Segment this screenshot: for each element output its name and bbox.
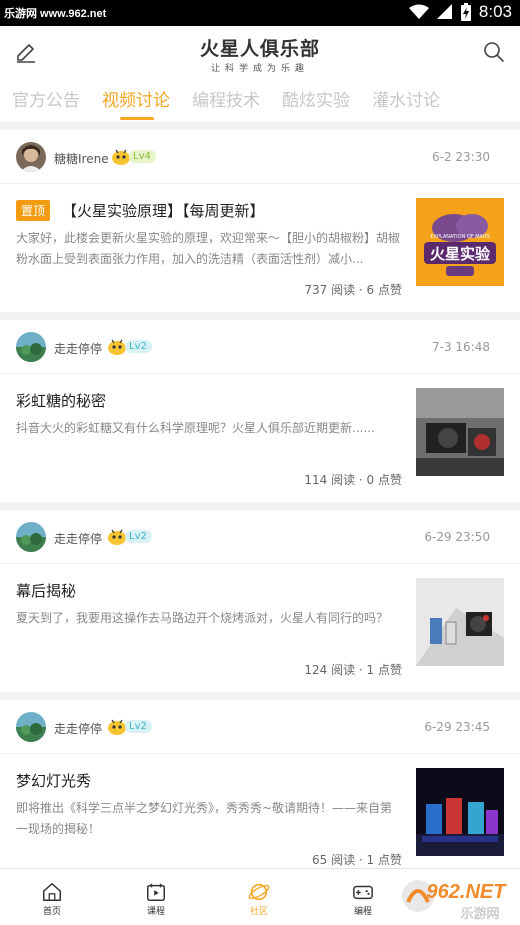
- post-title-row: 置顶 【火星实验原理】【每周更新】: [16, 200, 265, 221]
- nav-label: 编程: [353, 907, 372, 917]
- post-card[interactable]: 糖糖Irene Lv4 6-2 23:30 置顶 【火星实验原理】【每周更新】 …: [0, 130, 520, 312]
- community-planet-icon: [248, 883, 270, 901]
- level-label: Lv2: [125, 339, 152, 353]
- post-body[interactable]: 梦幻灯光秀 即将推出《科学三点半之梦幻灯光秀》，秀秀秀~敬请期待！——来自第一现…: [0, 754, 520, 882]
- post-stats: 737 阅读 · 6 点赞: [304, 283, 402, 297]
- level-label: Lv2: [125, 719, 152, 733]
- course-icon: [147, 883, 165, 901]
- tab-chit-chat[interactable]: 灌水讨论: [360, 78, 440, 122]
- avatar[interactable]: [16, 332, 46, 362]
- category-tabs: 官方公告 视频讨论 编程技术 酷炫实验 灌水讨论: [0, 78, 520, 122]
- clock: 8:03: [478, 2, 512, 21]
- post-thumbnail[interactable]: [416, 388, 504, 476]
- author-name[interactable]: 走走停停: [54, 530, 102, 547]
- tab-cool-experiments[interactable]: 酷炫实验: [270, 78, 350, 122]
- search-icon[interactable]: [482, 40, 506, 64]
- nav-programming[interactable]: 编程: [337, 881, 389, 917]
- post-thumbnail[interactable]: [416, 768, 504, 856]
- post-card[interactable]: 走走停停 Lv2 7-3 16:48 彩虹糖的秘密 抖音大火的彩虹糖又有什么科学…: [0, 320, 520, 502]
- post-stats: 65 阅读 · 1 点赞: [312, 853, 402, 867]
- post-body[interactable]: 彩虹糖的秘密 抖音大火的彩虹糖又有什么科学原理呢？火星人俱乐部近期更新.....…: [0, 374, 520, 502]
- post-excerpt: 即将推出《科学三点半之梦幻灯光秀》，秀秀秀~敬请期待！——来自第一现场的揭秘！: [16, 801, 393, 836]
- post-card[interactable]: 走走停停 Lv2 6-29 23:45 梦幻灯光秀 即将推出《科学三点半之梦幻灯…: [0, 700, 520, 882]
- thumbnail-title: 火星实验: [430, 245, 491, 263]
- post-header: 走走停停 Lv2 6-29 23:50: [0, 510, 520, 564]
- post-title-row: 梦幻灯光秀: [16, 770, 91, 791]
- level-label: Lv2: [125, 529, 152, 543]
- author-name[interactable]: 走走停停: [54, 720, 102, 737]
- level-badge: Lv2: [106, 528, 152, 545]
- tab-announcements[interactable]: 官方公告: [0, 78, 80, 122]
- post-thumbnail[interactable]: [416, 578, 504, 666]
- battery-charging-icon: [460, 3, 471, 21]
- avatar[interactable]: [16, 142, 46, 172]
- tab-programming[interactable]: 编程技术: [180, 78, 260, 122]
- logo-subtitle: 让科学成为乐趣: [210, 64, 309, 74]
- author-name[interactable]: 走走停停: [54, 340, 102, 357]
- avatar[interactable]: [16, 522, 46, 552]
- pinned-badge: 置顶: [16, 200, 51, 221]
- signal-icon: [436, 4, 452, 19]
- level-badge: Lv4: [110, 148, 156, 165]
- post-header: 糖糖Irene Lv4 6-2 23:30: [0, 130, 520, 184]
- post-excerpt: 大家好，此楼会更新火星实验的原理，欢迎常来～【胆小的胡椒粉】胡椒粉水面上受到表面…: [16, 231, 401, 266]
- post-excerpt: 抖音大火的彩虹糖又有什么科学原理呢？火星人俱乐部近期更新......: [16, 421, 375, 435]
- watermark-sub: 乐游网: [460, 907, 499, 922]
- post-title: 梦幻灯光秀: [16, 772, 92, 790]
- home-icon: [43, 883, 61, 901]
- post-card[interactable]: 走走停停 Lv2 6-29 23:50 幕后揭秘 夏天到了，我要用这操作去马路边…: [0, 510, 520, 692]
- avatar[interactable]: [16, 712, 46, 742]
- thumbnail-caption: EXPLANATION OF MARS: [430, 234, 489, 240]
- post-time: 6-29 23:45: [424, 720, 490, 734]
- post-title-row: 幕后揭秘: [16, 580, 76, 601]
- nav-community[interactable]: 社区: [233, 881, 285, 917]
- site-watermark: 962.NET 乐游网: [400, 874, 516, 924]
- author-name[interactable]: 糖糖Irene: [54, 150, 109, 167]
- post-body[interactable]: 置顶 【火星实验原理】【每周更新】 大家好，此楼会更新火星实验的原理，欢迎常来～…: [0, 184, 520, 312]
- status-bar: 乐游网 www.962.net 8:03: [0, 0, 520, 26]
- source-label: 乐游网 www.962.net: [4, 8, 107, 20]
- wifi-icon: [408, 4, 429, 19]
- post-feed: 糖糖Irene Lv4 6-2 23:30 置顶 【火星实验原理】【每周更新】 …: [0, 122, 520, 925]
- post-excerpt: 夏天到了，我要用这操作去马路边开个烧烤派对，火星人有同行的吗？: [16, 611, 389, 625]
- post-stats: 114 阅读 · 0 点赞: [304, 473, 402, 487]
- post-time: 7-3 16:48: [432, 340, 490, 354]
- watermark-brand: 962.NET: [427, 881, 508, 903]
- nav-label: 社区: [249, 907, 268, 917]
- post-stats: 124 阅读 · 1 点赞: [304, 663, 402, 677]
- post-header: 走走停停 Lv2 6-29 23:45: [0, 700, 520, 754]
- post-time: 6-2 23:30: [432, 150, 490, 164]
- post-body[interactable]: 幕后揭秘 夏天到了，我要用这操作去马路边开个烧烤派对，火星人有同行的吗？ 124…: [0, 564, 520, 692]
- app-bar: 火星人俱乐部 让科学成为乐趣: [0, 26, 520, 78]
- post-title: 【火星实验原理】【每周更新】: [62, 202, 265, 220]
- post-title: 幕后揭秘: [16, 582, 77, 600]
- tab-video-discussion[interactable]: 视频讨论: [90, 78, 170, 122]
- nav-label: 课程: [146, 907, 165, 917]
- status-icons: 8:03: [408, 2, 512, 22]
- post-title: 彩虹糖的秘密: [16, 392, 107, 410]
- post-title-row: 彩虹糖的秘密: [16, 390, 106, 411]
- level-label: Lv4: [129, 149, 156, 163]
- post-header: 走走停停 Lv2 7-3 16:48: [0, 320, 520, 374]
- nav-label: 首页: [42, 907, 61, 917]
- level-badge: Lv2: [106, 338, 152, 355]
- level-badge: Lv2: [106, 718, 152, 735]
- nav-home[interactable]: 首页: [26, 881, 78, 917]
- app-logo: 火星人俱乐部 让科学成为乐趣: [0, 34, 520, 74]
- post-thumbnail[interactable]: EXPLANATION OF MARS 火星实验: [416, 198, 504, 286]
- post-time: 6-29 23:50: [424, 530, 490, 544]
- logo-title: 火星人俱乐部: [199, 38, 320, 60]
- nav-course[interactable]: 课程: [130, 881, 182, 917]
- gamepad-icon: [353, 885, 373, 900]
